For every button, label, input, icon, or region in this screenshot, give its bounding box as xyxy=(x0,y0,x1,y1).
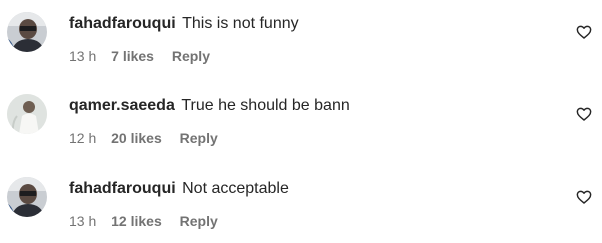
comment-likes[interactable]: 12 likes xyxy=(111,213,162,229)
username[interactable]: fahadfarouqui xyxy=(69,15,176,32)
comment-text: This is not funny xyxy=(182,15,299,32)
comment-line: qamer.saeeda True he should be bann xyxy=(69,96,350,116)
comment-meta: 13 h 12 likes Reply xyxy=(69,212,218,230)
heart-icon[interactable] xyxy=(576,189,592,205)
reply-button[interactable]: Reply xyxy=(180,130,218,146)
comment-likes[interactable]: 7 likes xyxy=(111,48,154,64)
avatar[interactable] xyxy=(7,12,47,52)
comment-time[interactable]: 13 h xyxy=(69,48,96,64)
comment-likes[interactable]: 20 likes xyxy=(111,130,162,146)
username[interactable]: qamer.saeeda xyxy=(69,97,175,114)
comment-item: fahadfarouqui This is not funny 13 h 7 l… xyxy=(0,0,602,70)
username[interactable]: fahadfarouqui xyxy=(69,180,176,197)
reply-button[interactable]: Reply xyxy=(180,213,218,229)
comment-item: fahadfarouqui Not acceptable 13 h 12 lik… xyxy=(0,165,602,235)
avatar[interactable] xyxy=(7,94,47,134)
avatar[interactable] xyxy=(7,177,47,217)
comment-time[interactable]: 13 h xyxy=(69,213,96,229)
heart-icon[interactable] xyxy=(576,24,592,40)
comment-item: qamer.saeeda True he should be bann 12 h… xyxy=(0,82,602,152)
comment-time[interactable]: 12 h xyxy=(69,130,96,146)
comment-meta: 12 h 20 likes Reply xyxy=(69,129,218,147)
reply-button[interactable]: Reply xyxy=(172,48,210,64)
comment-text: True he should be bann xyxy=(181,97,350,114)
comment-meta: 13 h 7 likes Reply xyxy=(69,47,210,65)
heart-icon[interactable] xyxy=(576,106,592,122)
comment-text: Not acceptable xyxy=(182,180,289,197)
comment-line: fahadfarouqui This is not funny xyxy=(69,14,299,34)
comment-line: fahadfarouqui Not acceptable xyxy=(69,179,289,199)
